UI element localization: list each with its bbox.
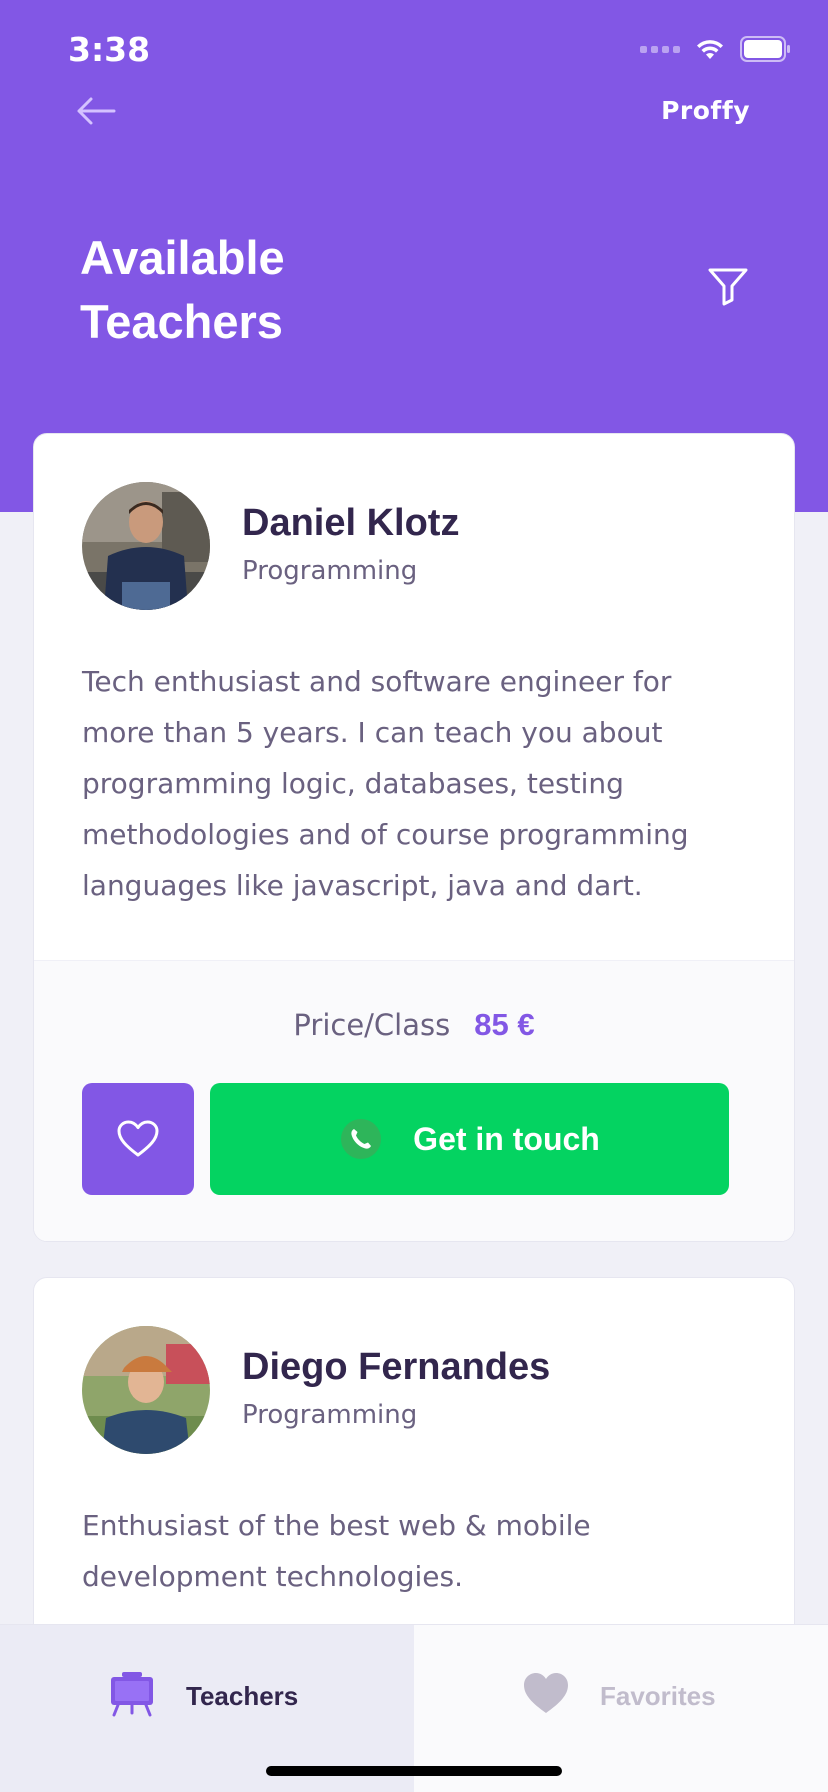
back-button[interactable]: [76, 96, 120, 126]
teacher-bio: Enthusiast of the best web & mobile deve…: [82, 1509, 591, 1593]
filter-button[interactable]: [706, 264, 750, 308]
easel-icon: [111, 1672, 153, 1717]
tab-label: Favorites: [600, 1681, 716, 1711]
teacher-card: Daniel Klotz Programming Tech enthusiast…: [33, 433, 795, 1242]
favorite-button[interactable]: [82, 1083, 194, 1195]
teacher-bio: Tech enthusiast and software engineer fo…: [82, 665, 689, 902]
teacher-name: Daniel Klotz: [242, 502, 460, 544]
heart-icon: [524, 1673, 568, 1713]
wifi-icon: [697, 40, 723, 59]
brand-logo: Proffy: [661, 96, 750, 125]
teacher-subject: Programming: [242, 1400, 418, 1430]
avatar: [82, 482, 210, 610]
teacher-name: Diego Fernandes: [242, 1346, 551, 1388]
card-footer: Price/Class 85 € Get in touch: [34, 960, 794, 1241]
status-time: 3:38: [68, 30, 151, 69]
price-value: 85 €: [474, 1007, 535, 1042]
get-in-touch-button[interactable]: Get in touch: [210, 1083, 729, 1195]
teacher-subject: Programming: [242, 556, 418, 586]
page-title: Available Teachers: [80, 231, 285, 348]
cellular-signal-icon: [640, 45, 680, 53]
price-row: Price/Class 85 €: [34, 1007, 794, 1043]
price-label: Price/Class: [293, 1008, 451, 1042]
tab-label: Teachers: [186, 1681, 299, 1711]
home-indicator: [266, 1766, 562, 1776]
battery-icon: [740, 36, 790, 62]
avatar: [82, 1326, 210, 1454]
status-icons: [640, 36, 792, 62]
arrow-left-icon: [77, 97, 116, 125]
whatsapp-icon: [341, 1119, 382, 1159]
get-in-touch-label: Get in touch: [413, 1120, 600, 1157]
filter-icon: [708, 268, 748, 306]
heart-outline-icon: [117, 1120, 159, 1157]
